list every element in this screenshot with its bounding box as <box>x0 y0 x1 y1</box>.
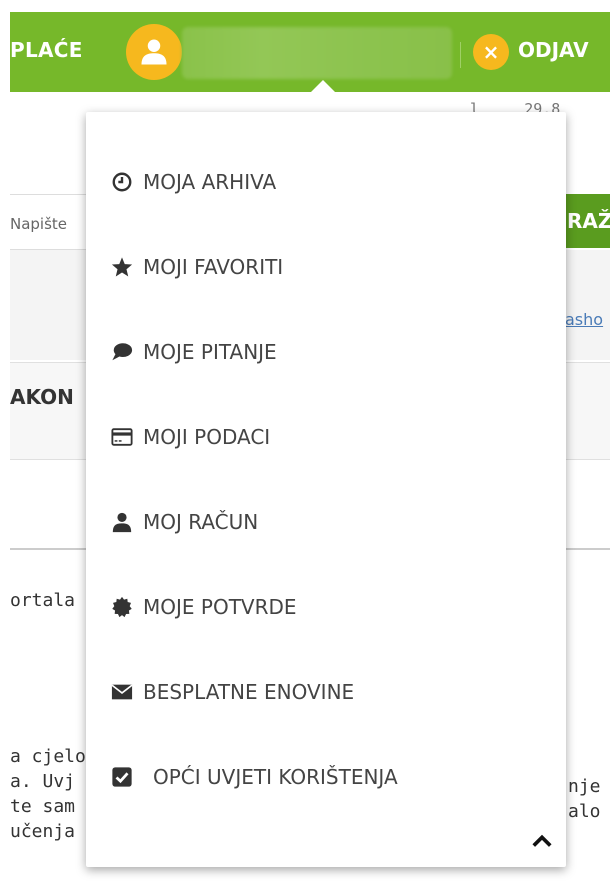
logout-button[interactable]: ODJAV <box>518 38 589 62</box>
checkbox-icon <box>111 766 133 788</box>
user-avatar-icon[interactable] <box>126 24 182 80</box>
menu-item-moji-favoriti[interactable]: MOJI FAVORITI <box>111 255 283 279</box>
page-background: PLAĆE × ODJAV l 29.8 Napište RAŽ asho AK… <box>0 0 610 896</box>
menu-item-label: BESPLATNE ENOVINE <box>143 680 355 704</box>
speech-bubble-icon <box>111 341 133 363</box>
menu-item-label: MOJI PODACI <box>143 425 271 449</box>
menu-item-label: MOJ RAČUN <box>143 510 259 534</box>
menu-item-moja-arhiva[interactable]: MOJA ARHIVA <box>111 170 276 194</box>
certificate-icon <box>111 596 133 618</box>
menu-item-opci-uvjeti[interactable]: OPĆI UVJETI KORIŠTENJA <box>111 765 398 789</box>
menu-item-moje-potvrde[interactable]: MOJE POTVRDE <box>111 595 297 619</box>
user-dropdown-menu: MOJA ARHIVA MOJI FAVORITI MOJE PITANJE M… <box>86 112 566 867</box>
credit-card-icon <box>111 426 133 448</box>
chevron-up-icon[interactable] <box>531 832 553 850</box>
body-text-line: a cjelo <box>10 746 86 767</box>
logout-icon[interactable]: × <box>473 34 509 70</box>
body-text-line: te sam <box>10 796 76 817</box>
menu-item-label: MOJA ARHIVA <box>143 170 277 194</box>
menu-item-label: OPĆI UVJETI KORIŠTENJA <box>153 765 398 789</box>
menu-item-moj-racun[interactable]: MOJ RAČUN <box>111 510 258 534</box>
law-heading: AKON <box>10 385 74 409</box>
brand-title[interactable]: PLAĆE <box>10 38 83 62</box>
envelope-icon <box>111 681 133 703</box>
user-icon <box>111 511 133 533</box>
body-text-line: učenja <box>10 821 76 842</box>
body-text-line: a. Uvj <box>10 771 76 792</box>
menu-item-label: MOJI FAVORITI <box>143 255 284 279</box>
header-divider <box>460 42 461 68</box>
menu-item-label: MOJE PITANJE <box>143 340 277 364</box>
clock-icon <box>111 171 133 193</box>
star-icon <box>111 256 133 278</box>
menu-item-moje-pitanje[interactable]: MOJE PITANJE <box>111 340 277 364</box>
user-silhouette-icon <box>141 39 167 65</box>
body-text-line: nje <box>568 776 601 797</box>
username-display[interactable] <box>182 27 452 79</box>
menu-item-besplatne-enovine[interactable]: BESPLATNE ENOVINE <box>111 680 354 704</box>
menu-item-label: MOJE POTVRDE <box>143 595 297 619</box>
dropdown-caret <box>305 80 341 98</box>
body-text-line: alo <box>568 801 601 822</box>
portal-text: ortala <box>10 590 76 611</box>
search-placeholder: Napište <box>10 215 68 233</box>
menu-item-moji-podaci[interactable]: MOJI PODACI <box>111 425 270 449</box>
dashboard-link[interactable]: asho <box>565 310 603 329</box>
